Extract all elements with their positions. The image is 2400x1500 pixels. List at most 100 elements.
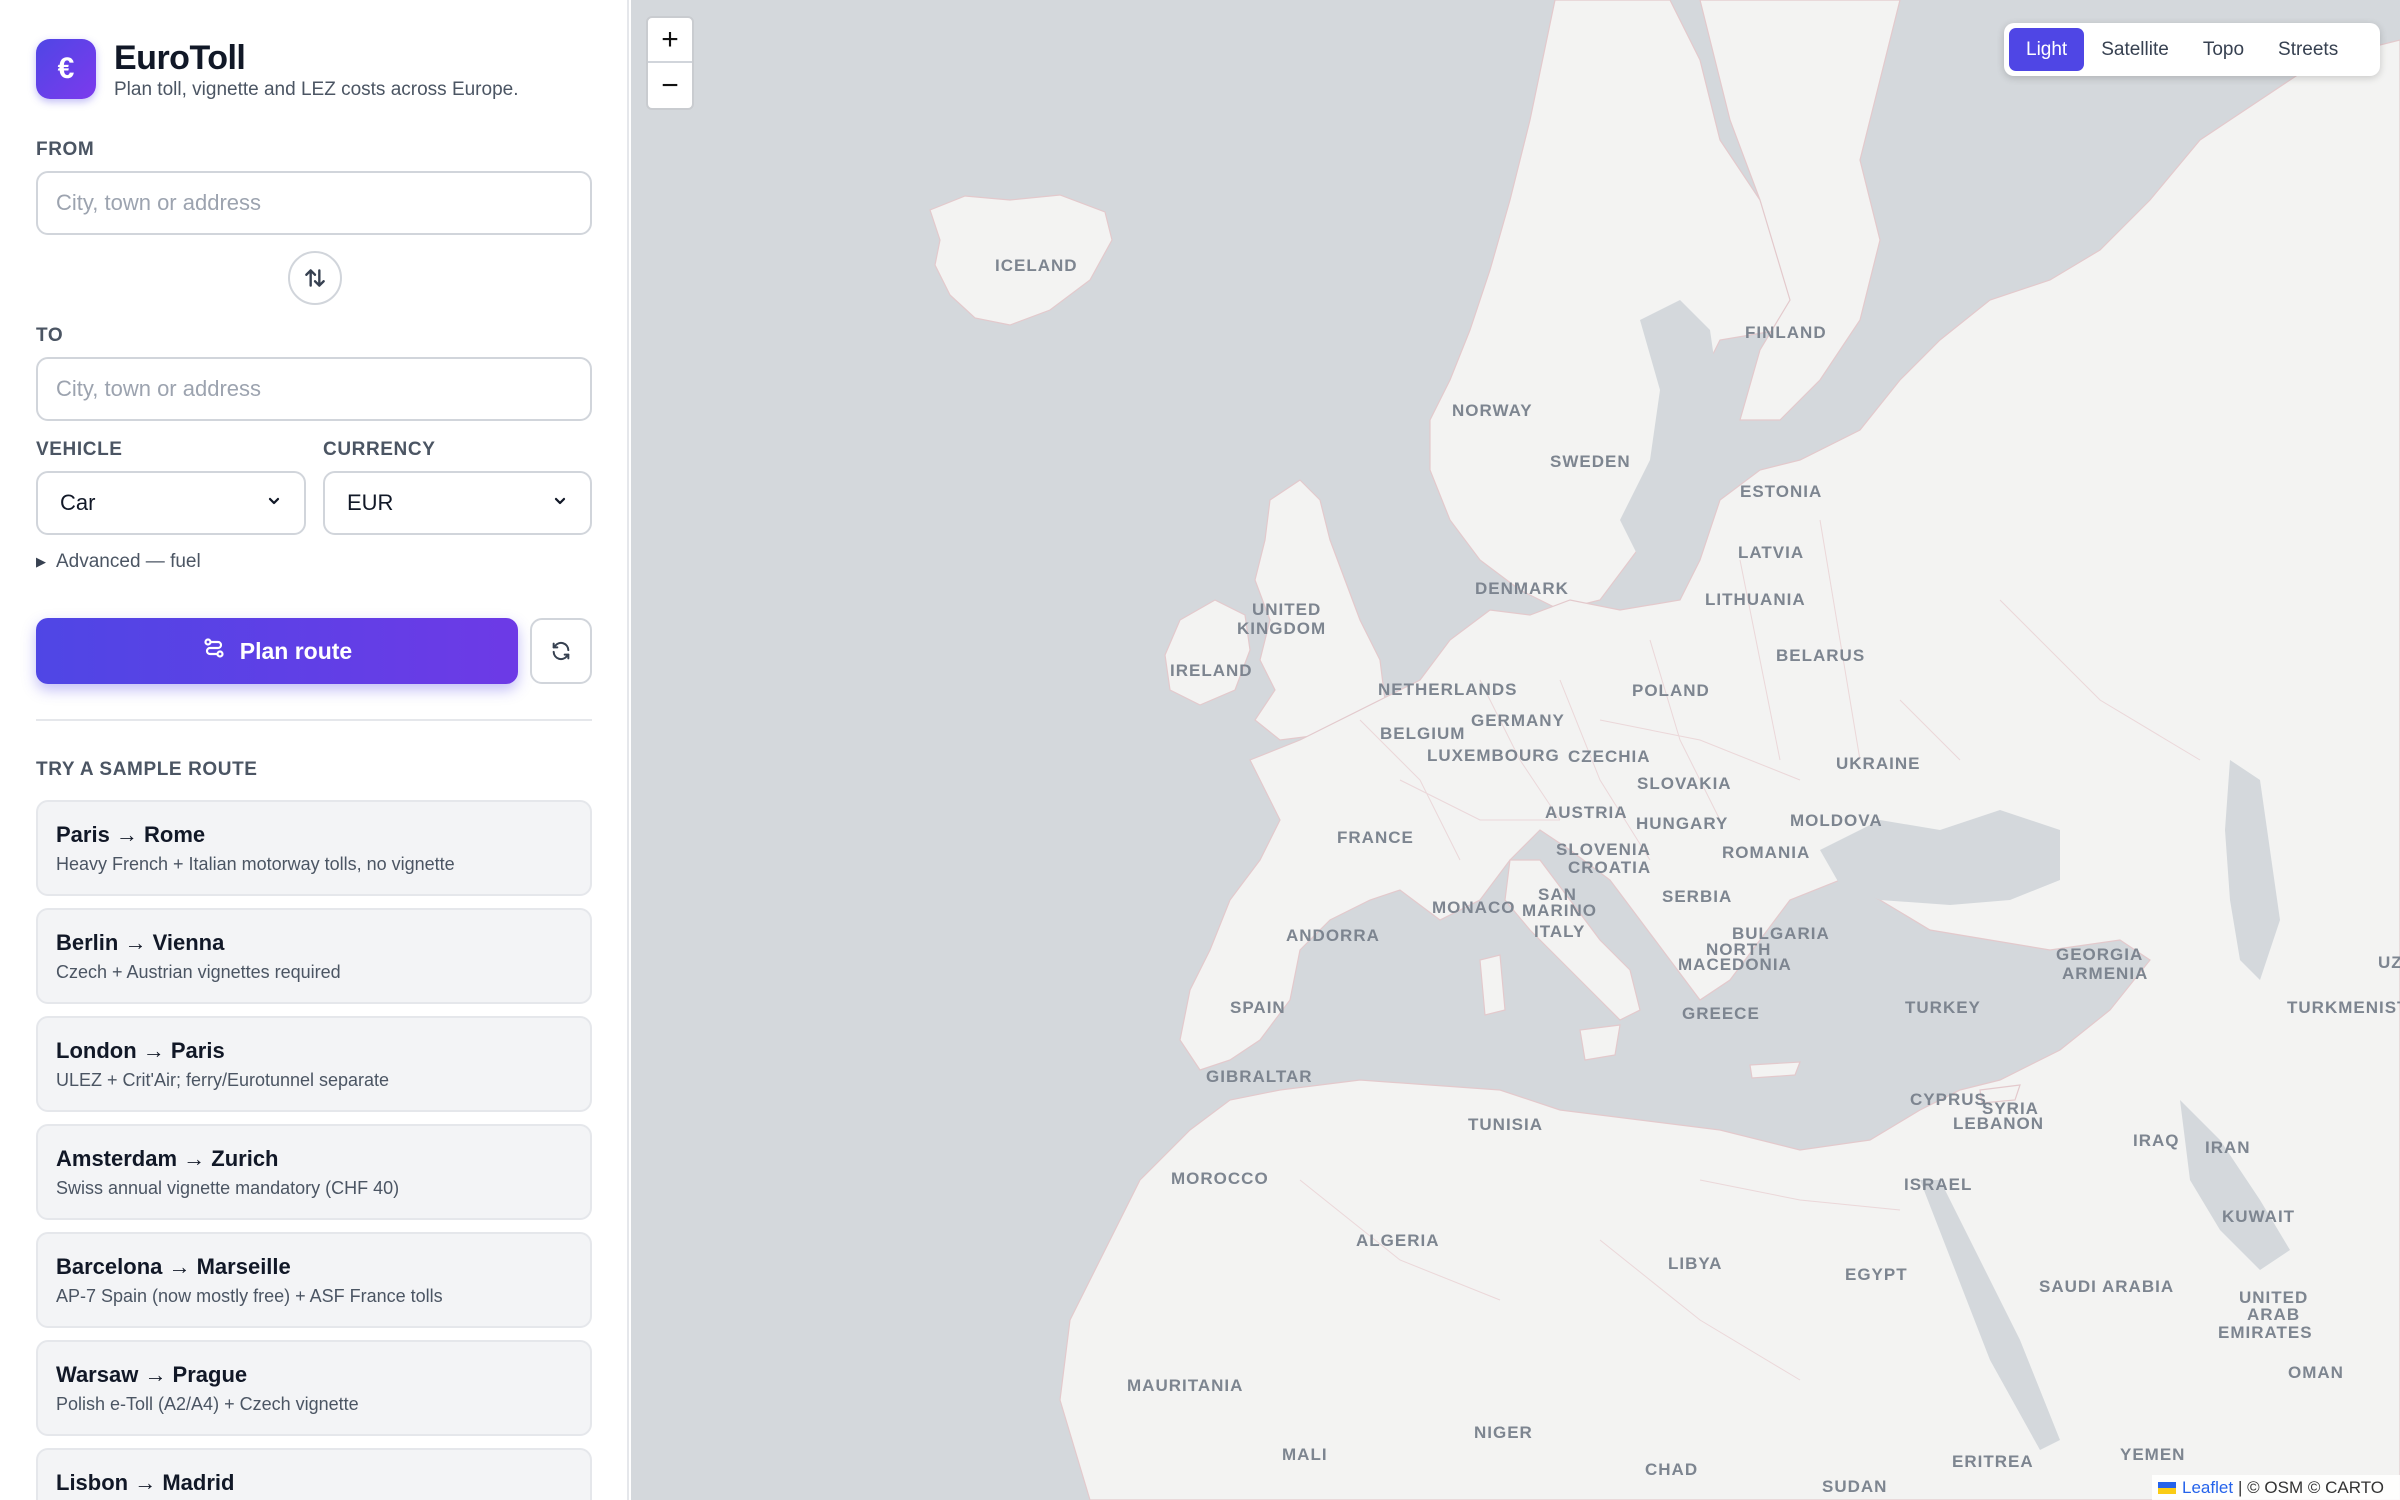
map-attribution: Leaflet | © OSM © CARTO — [2152, 1475, 2400, 1500]
map-label: SERBIA — [1662, 887, 1732, 906]
zoom-control: + − — [646, 16, 694, 110]
map-label: FRANCE — [1337, 828, 1414, 847]
sample-desc: ULEZ + Crit'Air; ferry/Eurotunnel separa… — [56, 1070, 390, 1090]
chevron-down-icon — [552, 493, 568, 514]
sample-route-london-paris[interactable]: London → Paris ULEZ + Crit'Air; ferry/Eu… — [36, 1016, 592, 1112]
leaflet-link[interactable]: Leaflet — [2182, 1478, 2233, 1498]
sample-desc: Polish e-Toll (A2/A4) + Czech vignette — [56, 1394, 359, 1414]
map-label: SUDAN — [1822, 1477, 1887, 1496]
map-label: MONACO — [1432, 898, 1515, 917]
map-label: SPAIN — [1230, 998, 1286, 1017]
map-label: FINLAND — [1745, 323, 1827, 342]
sample-title: Berlin → Vienna — [56, 930, 225, 955]
vehicle-select[interactable]: Car — [36, 471, 306, 535]
plan-route-button[interactable]: Plan route — [36, 618, 518, 684]
from-label: FROM — [36, 139, 95, 160]
map-label: SLOVENIA — [1556, 840, 1651, 859]
map-label: GERMANY — [1471, 711, 1565, 730]
map-label: IRAQ — [2133, 1131, 2180, 1150]
map-label: UNITED — [1252, 600, 1321, 619]
layer-streets[interactable]: Streets — [2261, 28, 2355, 71]
map-label: CHAD — [1645, 1460, 1698, 1479]
app-title: EuroToll — [114, 38, 246, 77]
from-input[interactable] — [36, 171, 592, 235]
map-label: IRAN — [2205, 1138, 2251, 1157]
map-label: CZECHIA — [1568, 747, 1651, 766]
reset-button[interactable] — [530, 618, 592, 684]
map-label: LIBYA — [1668, 1254, 1722, 1273]
chevron-down-icon — [266, 493, 282, 514]
map-label: IRELAND — [1170, 661, 1253, 680]
sample-title: Lisbon → Madrid — [56, 1470, 235, 1495]
map-label: ANDORRA — [1286, 926, 1380, 945]
sample-route-berlin-vienna[interactable]: Berlin → Vienna Czech + Austrian vignett… — [36, 908, 592, 1004]
map-label: ROMANIA — [1722, 843, 1810, 862]
map-label: SLOVAKIA — [1637, 774, 1732, 793]
map-label: YEMEN — [2120, 1445, 2185, 1464]
land-sardinia — [1479, 954, 1506, 1016]
map-label: NIGER — [1474, 1423, 1533, 1442]
map-label: TUNISIA — [1468, 1115, 1543, 1134]
map-label: ITALY — [1534, 922, 1585, 941]
map-label: LITHUANIA — [1705, 590, 1806, 609]
map-label: CROATIA — [1568, 858, 1651, 877]
map-label: POLAND — [1632, 681, 1710, 700]
divider — [36, 719, 592, 721]
map-label: CYPRUS — [1910, 1090, 1987, 1109]
sample-title: Amsterdam → Zurich — [56, 1146, 279, 1171]
swap-button[interactable] — [288, 251, 342, 305]
sample-desc: Swiss annual vignette mandatory (CHF 40) — [56, 1178, 400, 1198]
map[interactable]: ICELAND FINLAND NORWAY SWEDEN ESTONIA LA… — [631, 0, 2400, 1500]
map-label: GREECE — [1682, 1004, 1760, 1023]
map-label: HUNGARY — [1636, 814, 1728, 833]
map-label: GIBRALTAR — [1206, 1067, 1313, 1086]
map-label: UZ — [2378, 953, 2400, 972]
sample-title: Barcelona → Marseille — [56, 1254, 291, 1279]
map-label: MACEDONIA — [1678, 955, 1792, 974]
to-input[interactable] — [36, 357, 592, 421]
map-label: KINGDOM — [1237, 619, 1326, 638]
sample-route-barcelona-marseille[interactable]: Barcelona → Marseille AP-7 Spain (now mo… — [36, 1232, 592, 1328]
map-label: SWEDEN — [1550, 452, 1631, 471]
map-label: ERITREA — [1952, 1452, 2034, 1471]
plan-route-label: Plan route — [239, 637, 353, 664]
sample-route-lisbon-madrid[interactable]: Lisbon → Madrid — [36, 1448, 592, 1500]
map-label: TURKEY — [1905, 998, 1981, 1017]
map-label: EMIRATES — [2218, 1323, 2313, 1342]
layer-topo[interactable]: Topo — [2186, 28, 2261, 71]
sample-route-paris-rome[interactable]: Paris → Rome Heavy French + Italian moto… — [36, 800, 592, 896]
sample-title: Warsaw → Prague — [56, 1362, 248, 1387]
zoom-in-button[interactable]: + — [648, 18, 692, 63]
map-label: LEBANON — [1953, 1114, 2044, 1133]
attribution-text: | © OSM © CARTO — [2238, 1477, 2385, 1497]
swap-vertical-icon — [305, 269, 325, 287]
map-label: ICELAND — [995, 256, 1078, 275]
map-label: ARMENIA — [2062, 964, 2148, 983]
sample-route-amsterdam-zurich[interactable]: Amsterdam → Zurich Swiss annual vignette… — [36, 1124, 592, 1220]
layer-satellite[interactable]: Satellite — [2084, 28, 2186, 71]
layer-light[interactable]: Light — [2009, 28, 2085, 71]
map-label: MAURITANIA — [1127, 1376, 1243, 1395]
map-label: BELARUS — [1776, 646, 1865, 665]
zoom-out-button[interactable]: − — [648, 63, 692, 108]
map-label: ALGERIA — [1356, 1231, 1440, 1250]
sample-title: Paris → Rome — [56, 822, 206, 847]
land-crete — [1749, 1061, 1801, 1079]
map-label: MOROCCO — [1171, 1169, 1269, 1188]
app-subtitle: Plan toll, vignette and LEZ costs across… — [114, 78, 519, 100]
sample-desc: Czech + Austrian vignettes required — [56, 962, 341, 982]
currency-select[interactable]: EUR — [323, 471, 592, 535]
advanced-fuel-toggle[interactable]: ▶ Advanced — fuel — [36, 551, 201, 573]
sample-routes-label: TRY A SAMPLE ROUTE — [36, 759, 258, 780]
brand: € EuroToll Plan toll, vignette and LEZ c… — [36, 38, 519, 100]
map-label: DENMARK — [1475, 579, 1569, 598]
vehicle-label: VEHICLE — [36, 439, 123, 460]
route-icon — [202, 636, 226, 666]
map-label: NETHERLANDS — [1378, 680, 1517, 699]
sample-route-warsaw-prague[interactable]: Warsaw → Prague Polish e-Toll (A2/A4) + … — [36, 1340, 592, 1436]
sample-desc: Heavy French + Italian motorway tolls, n… — [56, 854, 455, 874]
sample-desc: AP-7 Spain (now mostly free) + ASF Franc… — [56, 1286, 443, 1306]
map-label: EGYPT — [1845, 1265, 1908, 1284]
euro-logo-icon: € — [36, 39, 96, 99]
land-ireland — [1164, 599, 1251, 706]
